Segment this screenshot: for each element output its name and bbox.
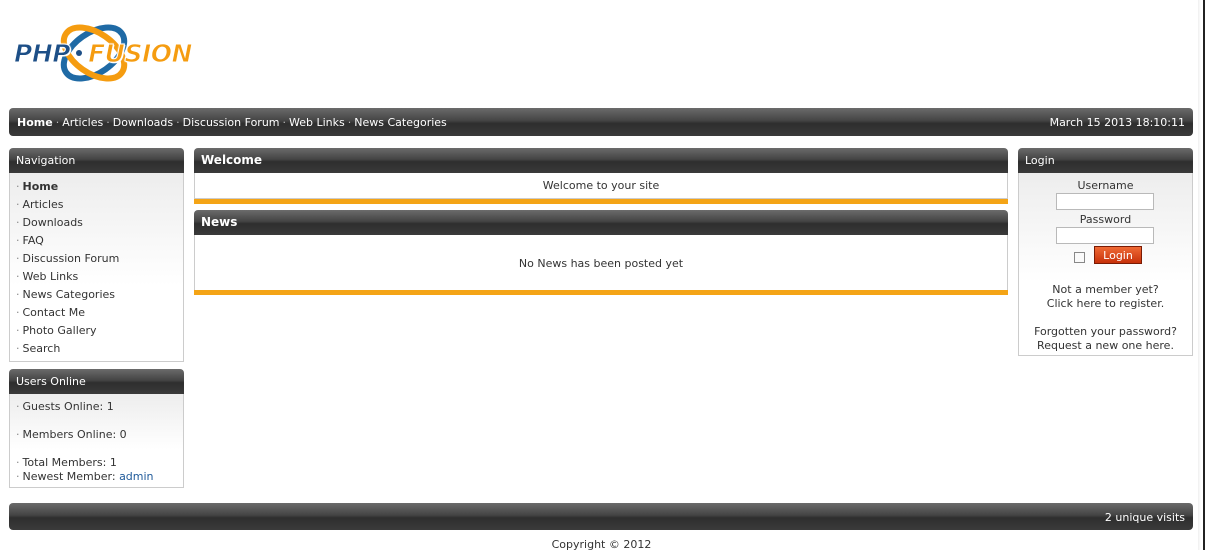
- nav-item-downloads: · Downloads: [16, 216, 83, 229]
- nav-link-search[interactable]: Search: [23, 342, 61, 355]
- nav-link-photo-gallery[interactable]: Photo Gallery: [23, 324, 97, 337]
- total-members: · Total Members: 1: [16, 456, 117, 469]
- top-nav-articles[interactable]: Articles: [62, 116, 103, 129]
- logo-dot-icon: [76, 50, 83, 56]
- nav-item-web-links: · Web Links: [16, 270, 79, 283]
- welcome-panel-header: Welcome: [194, 148, 1008, 173]
- logo-text-fusion: FUSION: [88, 39, 193, 69]
- nav-item-articles: · Articles: [16, 198, 64, 211]
- login-button[interactable]: Login: [1094, 246, 1142, 264]
- window-edge: [1198, 0, 1207, 550]
- nav-item-faq: · FAQ: [16, 234, 44, 247]
- navigation-panel-header: Navigation: [9, 148, 184, 173]
- users-online-panel: · Guests Online: 1 · Members Online: 0 · To…: [9, 394, 184, 488]
- welcome-message: Welcome to your site: [194, 173, 1008, 199]
- navigation-panel: · Home · Articles · Downloads · FAQ · Discuss…: [9, 173, 184, 362]
- top-navigation-bar: Home · Articles · Downloads · Discussion Forum…: [9, 108, 1193, 136]
- separator-dot: ·: [55, 116, 60, 129]
- newest-member-link[interactable]: admin: [119, 470, 153, 483]
- username-input[interactable]: [1056, 193, 1154, 210]
- news-panel-footer-bar: [194, 290, 1008, 295]
- separator-dot: ·: [106, 116, 110, 129]
- news-panel-header: News: [194, 210, 1008, 235]
- top-nav-web-links[interactable]: Web Links: [289, 116, 345, 129]
- guests-online: · Guests Online: 1: [16, 400, 114, 413]
- total-members-text: Total Members: 1: [22, 456, 117, 469]
- forgot-password-link[interactable]: Request a new one here.: [1019, 339, 1192, 353]
- nav-link-news-categories[interactable]: News Categories: [23, 288, 116, 301]
- welcome-panel-footer-bar: [194, 199, 1008, 204]
- nav-link-web-links[interactable]: Web Links: [23, 270, 79, 283]
- top-nav-discussion-forum[interactable]: Discussion Forum: [183, 116, 280, 129]
- nav-item-search: · Search: [16, 342, 61, 355]
- nav-link-home[interactable]: Home: [23, 180, 59, 193]
- newest-member: · Newest Member: admin: [16, 470, 154, 483]
- navigation-list: · Home · Articles · Downloads · FAQ · Discuss…: [10, 173, 183, 359]
- nav-link-discussion-forum[interactable]: Discussion Forum: [23, 252, 120, 265]
- top-nav-home[interactable]: Home: [17, 116, 53, 129]
- register-link[interactable]: Click here to register.: [1019, 297, 1192, 311]
- separator-dot: ·: [282, 116, 287, 129]
- username-label: Username: [1077, 179, 1134, 192]
- nav-item-home: · Home: [16, 180, 59, 193]
- separator-dot: ·: [176, 116, 180, 129]
- logo-wordmark: PHP FUSION: [13, 39, 193, 69]
- members-online-text: Members Online: 0: [22, 428, 127, 441]
- remember-me-checkbox[interactable]: [1074, 252, 1085, 263]
- top-nav-downloads[interactable]: Downloads: [113, 116, 173, 129]
- copyright-text: Copyright © 2012: [551, 538, 652, 551]
- nav-item-photo-gallery: · Photo Gallery: [16, 324, 97, 337]
- password-input[interactable]: [1056, 227, 1154, 244]
- footer-bar: 2 unique visits: [9, 503, 1193, 530]
- nav-link-faq[interactable]: FAQ: [23, 234, 44, 247]
- guests-online-text: Guests Online: 1: [22, 400, 114, 413]
- users-online-panel-header: Users Online: [9, 369, 184, 394]
- logo-text-php: PHP: [13, 39, 71, 69]
- news-empty-message: No News has been posted yet: [194, 235, 1008, 291]
- members-online: · Members Online: 0: [16, 428, 127, 441]
- nav-link-downloads[interactable]: Downloads: [23, 216, 83, 229]
- newest-member-label: Newest Member:: [22, 470, 116, 483]
- forgot-password-prompt: Forgotten your password?: [1034, 325, 1177, 338]
- separator-dot: ·: [347, 116, 352, 129]
- top-nav-news-categories[interactable]: News Categories: [354, 116, 447, 129]
- nav-item-contact-me: · Contact Me: [16, 306, 86, 319]
- login-panel-header: Login: [1018, 148, 1193, 173]
- current-datetime: March 15 2013 18:10:11: [1049, 116, 1185, 129]
- nav-link-articles[interactable]: Articles: [23, 198, 64, 211]
- nav-link-contact-me[interactable]: Contact Me: [23, 306, 86, 319]
- top-nav-links: Home · Articles · Downloads · Discussion Forum…: [17, 116, 447, 129]
- nav-item-discussion-forum: · Discussion Forum: [16, 252, 120, 265]
- nav-item-news-categories: · News Categories: [16, 288, 116, 301]
- register-prompt: Not a member yet?: [1052, 283, 1159, 296]
- site-logo[interactable]: PHP FUSION: [13, 13, 230, 93]
- unique-visits-counter: 2 unique visits: [1104, 511, 1185, 524]
- password-label: Password: [1079, 213, 1132, 226]
- login-panel: Username Password Login Not a member yet…: [1018, 173, 1193, 356]
